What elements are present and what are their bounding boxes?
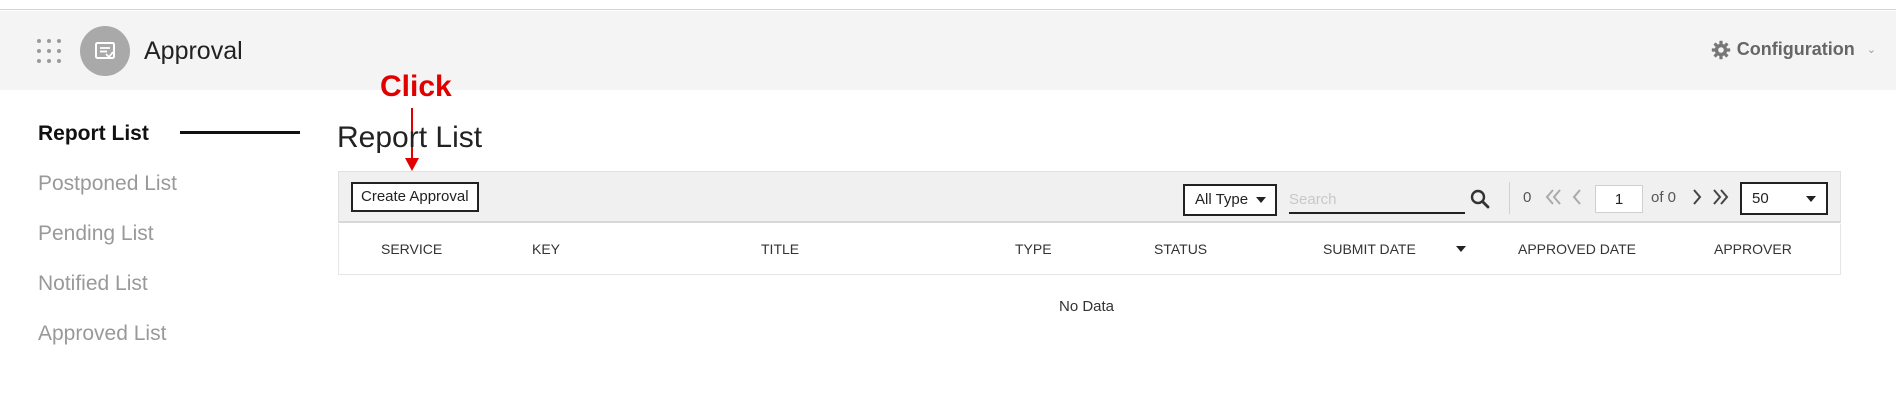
configuration-label: Configuration: [1736, 39, 1855, 59]
sidebar-item-report-list[interactable]: Report List: [38, 122, 149, 146]
column-service[interactable]: SERVICE: [381, 241, 442, 257]
type-filter-value: All Type: [1195, 191, 1249, 208]
app-header: Approval Configuration ⌄: [0, 11, 1896, 90]
sort-desc-icon[interactable]: [1456, 246, 1466, 252]
active-indicator: [180, 131, 300, 134]
click-annotation: Click: [380, 70, 452, 103]
last-page-icon[interactable]: [1711, 186, 1731, 208]
type-filter-select[interactable]: All Type: [1183, 184, 1277, 216]
gear-icon: [1711, 40, 1730, 59]
column-submit-date[interactable]: SUBMIT DATE: [1323, 241, 1416, 257]
sidebar-item-pending-list[interactable]: Pending List: [38, 222, 154, 246]
column-key[interactable]: KEY: [532, 241, 560, 257]
column-approver[interactable]: APPROVER: [1714, 241, 1792, 257]
list-toolbar: Create Approval All Type 0 of 0 50: [338, 171, 1841, 223]
app-logo[interactable]: [80, 26, 130, 76]
table-header: SERVICE KEY TITLE TYPE STATUS SUBMIT DAT…: [338, 224, 1841, 275]
total-pages: of 0: [1651, 189, 1677, 206]
create-approval-button[interactable]: Create Approval: [351, 182, 479, 212]
apps-grid-icon[interactable]: [36, 38, 62, 64]
prev-page-icon[interactable]: [1567, 186, 1587, 208]
search-icon[interactable]: [1469, 188, 1491, 210]
caret-down-icon: [1256, 197, 1266, 203]
sidebar-item-notified-list[interactable]: Notified List: [38, 272, 148, 296]
sidebar-item-approved-list[interactable]: Approved List: [38, 322, 166, 346]
approval-doc-icon: [95, 42, 115, 59]
column-title[interactable]: TITLE: [761, 241, 799, 257]
empty-state: No Data: [1059, 298, 1115, 315]
first-page-icon[interactable]: [1543, 186, 1563, 208]
column-approved-date[interactable]: APPROVED DATE: [1518, 241, 1636, 257]
column-type[interactable]: TYPE: [1015, 241, 1052, 257]
page-title: Report List: [337, 121, 483, 154]
page-size-select[interactable]: 50: [1740, 182, 1828, 215]
search-input[interactable]: [1289, 186, 1465, 214]
result-count: 0: [1523, 189, 1532, 206]
sidebar-item-postponed-list[interactable]: Postponed List: [38, 172, 177, 196]
caret-down-icon: [1806, 196, 1816, 202]
next-page-icon[interactable]: [1687, 186, 1707, 208]
configuration-menu[interactable]: Configuration ⌄: [1711, 39, 1876, 60]
top-border: [0, 0, 1896, 10]
app-title: Approval: [144, 37, 243, 65]
chevron-down-icon: ⌄: [1866, 44, 1876, 56]
page-size-value: 50: [1752, 190, 1769, 207]
toolbar-divider: [1509, 182, 1510, 214]
column-status[interactable]: STATUS: [1154, 241, 1207, 257]
page-number-input[interactable]: [1595, 185, 1643, 213]
